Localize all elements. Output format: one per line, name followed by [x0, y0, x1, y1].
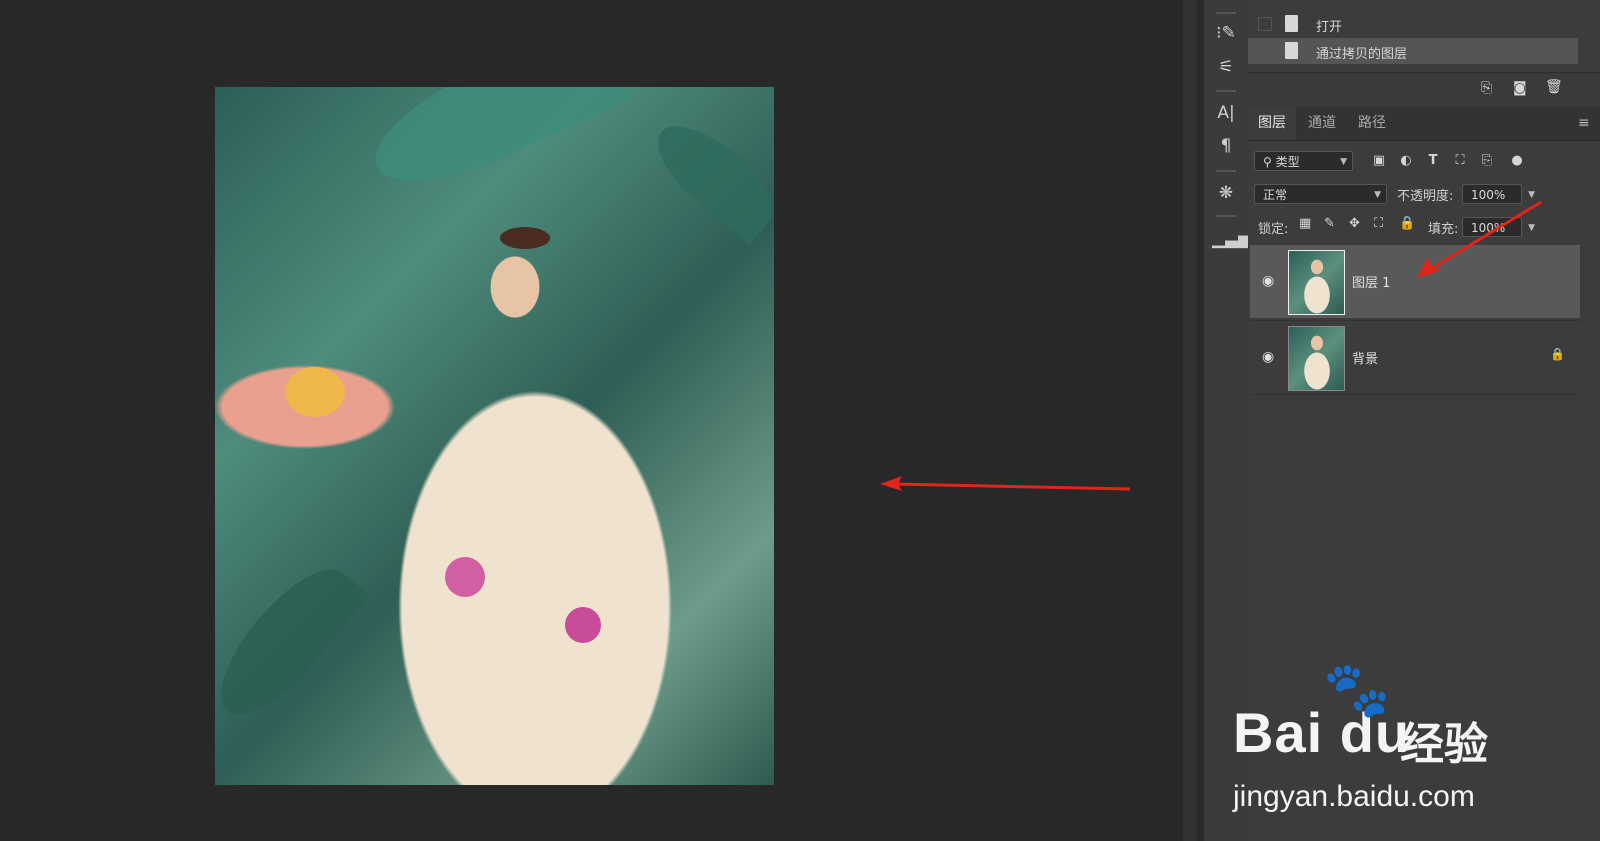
grip-handle[interactable]: [1216, 12, 1236, 14]
histogram-icon[interactable]: ▁▃▅: [1212, 226, 1251, 252]
history-footer: ⎘ ◙ 🗑: [1248, 72, 1600, 107]
palm-leaf: [642, 109, 774, 245]
history-item-label: 打开: [1316, 20, 1343, 35]
layer-row[interactable]: ◉ 背景 🔒: [1250, 320, 1580, 395]
watermark-product: 经验: [1400, 719, 1488, 770]
red-arrow-annotation: [880, 476, 1131, 491]
shape-filter-icon[interactable]: ⛶: [1451, 152, 1469, 170]
camera-icon[interactable]: ◙: [1513, 80, 1527, 96]
lock-image-pixels-icon[interactable]: ✎: [1324, 216, 1335, 231]
type-filter-icon[interactable]: T: [1424, 152, 1442, 170]
palm-leaf: [358, 87, 632, 208]
panel-divider: [1183, 0, 1197, 841]
layer-name[interactable]: 图层 1: [1352, 272, 1390, 291]
chevron-down-icon: ▼: [1374, 190, 1381, 200]
panel-menu-icon[interactable]: ≡: [1578, 115, 1590, 131]
hair: [500, 227, 550, 249]
navigator-icon[interactable]: ❋: [1212, 180, 1240, 206]
history-item[interactable]: 打开: [1248, 11, 1578, 37]
filter-type-label: 类型: [1275, 155, 1300, 169]
grip-handle[interactable]: [1216, 170, 1236, 172]
dress-flower: [285, 367, 345, 417]
smart-object-filter-icon[interactable]: ⎘: [1478, 152, 1496, 170]
character-icon[interactable]: A|: [1212, 100, 1240, 126]
eye-icon[interactable]: ◉: [1262, 349, 1274, 365]
adjustments-sliders-icon[interactable]: ⚟: [1212, 54, 1240, 80]
trash-icon[interactable]: 🗑: [1545, 79, 1563, 95]
tab-layers[interactable]: 图层: [1248, 107, 1296, 140]
history-item-label: 通过拷贝的图层: [1316, 47, 1408, 62]
baidu-jingyan-watermark: Bai du 🐾 经验 jingyan.baidu.com: [1205, 658, 1585, 830]
eye-icon[interactable]: ◉: [1262, 273, 1274, 289]
pixel-filter-icon[interactable]: ▣: [1370, 152, 1388, 170]
paragraph-icon[interactable]: ¶: [1212, 133, 1240, 159]
blend-mode-select[interactable]: 正常 ▼: [1254, 184, 1387, 204]
history-item-current[interactable]: 通过拷贝的图层: [1248, 38, 1578, 64]
chevron-down-icon: ▼: [1340, 157, 1347, 167]
blend-mode-value: 正常: [1263, 188, 1288, 202]
palm-leaf: [215, 550, 370, 734]
photo-image: [215, 87, 774, 785]
history-snapshot-checkbox[interactable]: [1258, 44, 1272, 58]
layers-tab-bar: 图层 通道 路径 ≡: [1248, 107, 1600, 141]
lock-icon: 🔒: [1550, 347, 1565, 361]
history-panel-top: [1248, 0, 1578, 10]
history-snapshot-checkbox[interactable]: [1258, 17, 1272, 31]
dress-flower: [445, 557, 485, 597]
watermark-url: jingyan.baidu.com: [1233, 780, 1475, 813]
brush-settings-icon[interactable]: ⁝✎: [1212, 20, 1240, 46]
layer-filter-select[interactable]: ⚲ 类型 ▼: [1254, 151, 1353, 171]
tab-paths[interactable]: 路径: [1348, 107, 1396, 140]
adjustment-filter-icon[interactable]: ◐: [1397, 152, 1415, 170]
paw-icon: 🐾: [1323, 658, 1391, 721]
lock-transparent-pixels-icon[interactable]: ▦: [1299, 216, 1311, 231]
grip-handle[interactable]: [1216, 215, 1236, 217]
lock-all-icon[interactable]: 🔒: [1399, 216, 1415, 231]
lock-position-icon[interactable]: ✥: [1349, 216, 1360, 231]
grip-handle[interactable]: [1216, 90, 1236, 92]
lock-artboard-icon[interactable]: ⛶: [1374, 216, 1383, 231]
red-arrow-annotation: [1417, 200, 1542, 278]
layer-thumbnail: [1288, 326, 1345, 391]
search-icon: ⚲: [1263, 155, 1276, 169]
layer-thumbnail: [1288, 250, 1345, 315]
document-icon: [1285, 42, 1298, 59]
tab-channels[interactable]: 通道: [1298, 107, 1346, 140]
new-document-from-state-icon[interactable]: ⎘: [1481, 80, 1492, 96]
filter-toggle-icon[interactable]: ●: [1508, 152, 1526, 170]
layer-name[interactable]: 背景: [1352, 348, 1378, 367]
document-icon: [1285, 15, 1298, 32]
lock-label: 锁定:: [1258, 222, 1289, 237]
dress-flower: [565, 607, 601, 643]
